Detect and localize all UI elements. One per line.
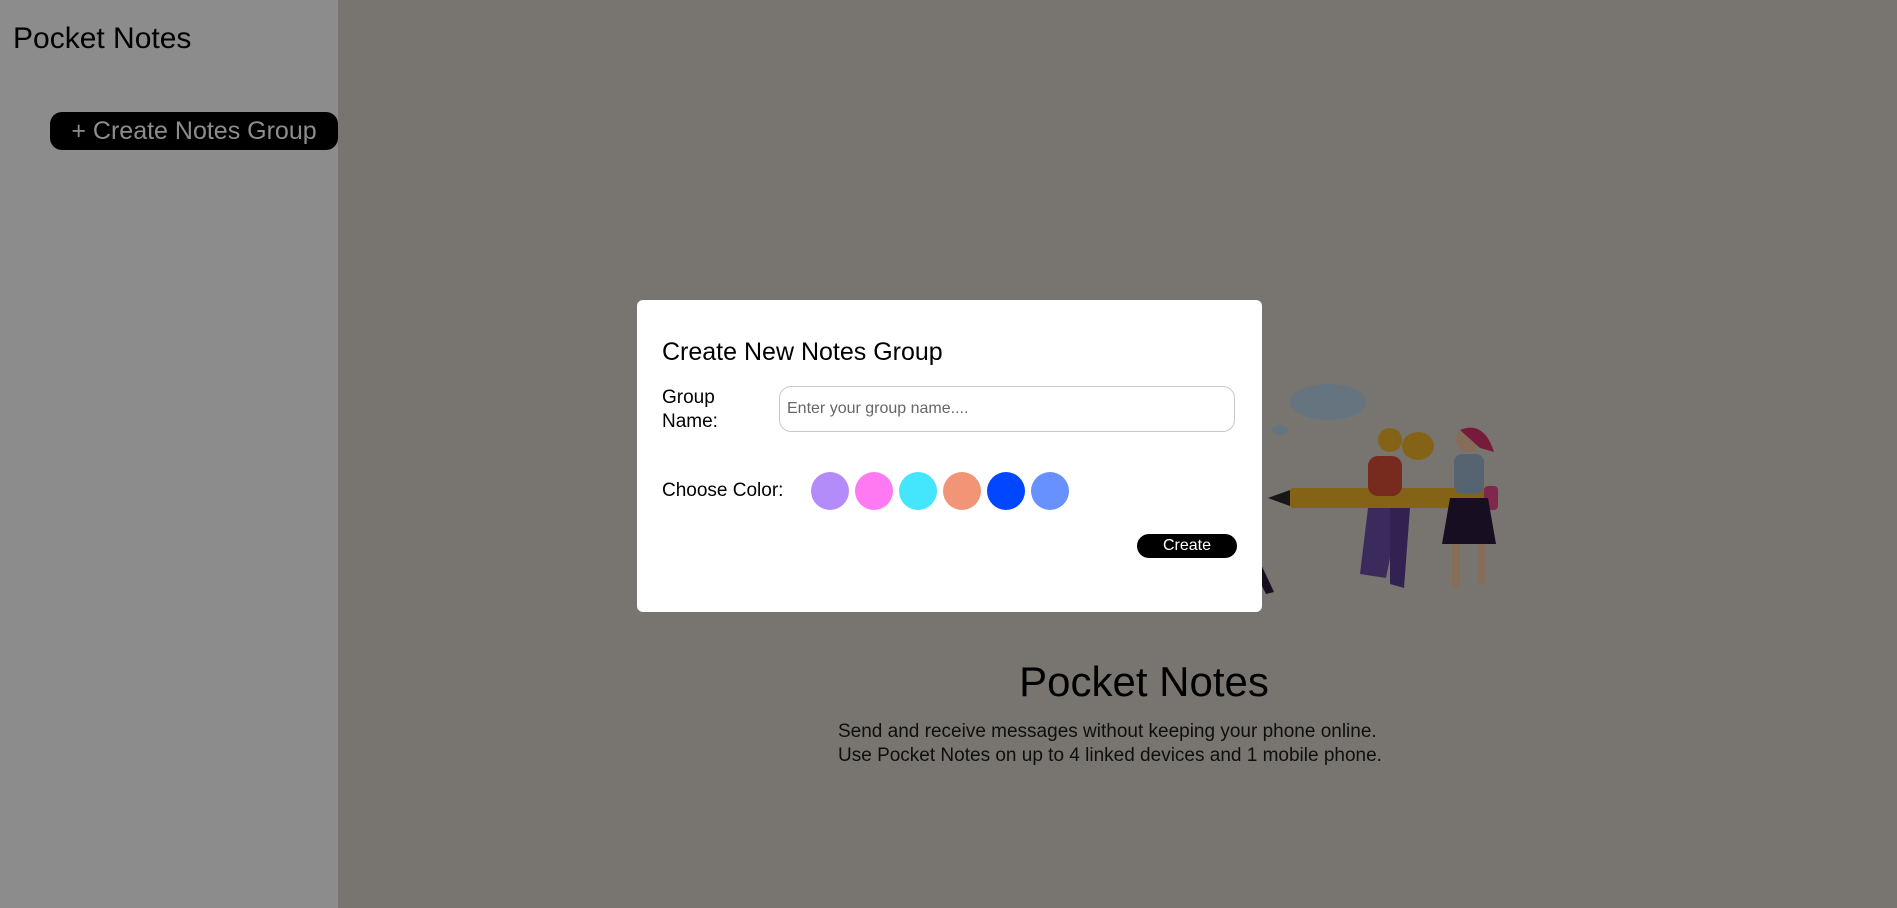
color-swatch-purple[interactable]	[811, 472, 849, 510]
app-root: Pocket Notes + Create Notes Group Pocket…	[0, 0, 1897, 908]
create-button[interactable]: Create	[1137, 534, 1237, 558]
color-swatch-cyan[interactable]	[899, 472, 937, 510]
group-name-label: Group Name:	[662, 387, 718, 432]
group-name-input[interactable]	[779, 386, 1235, 432]
color-swatches	[811, 472, 1069, 510]
color-swatch-blue[interactable]	[987, 472, 1025, 510]
modal-title: Create New Notes Group	[662, 338, 943, 366]
color-swatch-light-blue[interactable]	[1031, 472, 1069, 510]
create-group-modal: Create New Notes Group Group Name: Choos…	[637, 300, 1262, 612]
choose-color-label: Choose Color:	[662, 480, 784, 501]
color-swatch-orange[interactable]	[943, 472, 981, 510]
color-swatch-pink[interactable]	[855, 472, 893, 510]
